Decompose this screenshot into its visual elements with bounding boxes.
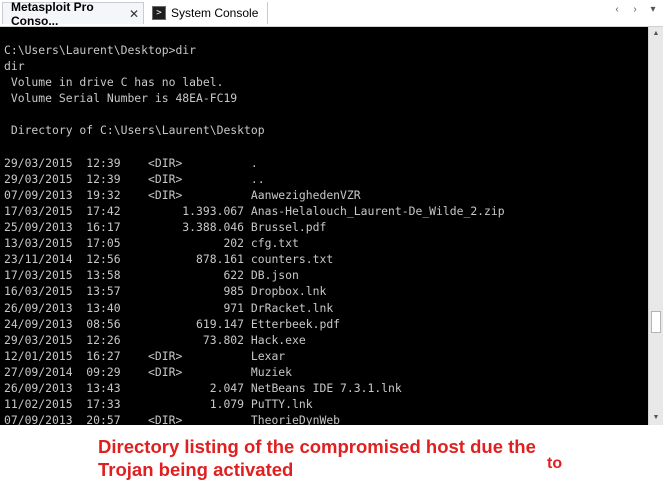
console-line: 29/03/2015 12:39 <DIR> .. <box>4 171 265 186</box>
console-line: 29/03/2015 12:39 <DIR> . <box>4 155 258 170</box>
scroll-thumb[interactable] <box>651 311 661 333</box>
console-line: 26/09/2013 13:43 2.047 NetBeans IDE 7.3.… <box>4 380 402 395</box>
console-line: 11/02/2015 17:33 1.079 PuTTY.lnk <box>4 397 313 412</box>
chevron-left-icon[interactable]: ‹ <box>611 4 623 15</box>
console-line: 17/03/2015 17:42 1.393.067 Anas-Helalouc… <box>4 203 505 218</box>
console-line: 26/09/2013 13:40 971 DrRacket.lnk <box>4 300 334 315</box>
console-output[interactable]: C:\Users\Laurent\Desktop>dir dir Volume i… <box>0 27 648 425</box>
console-line: 07/09/2013 19:32 <DIR> AanwezighedenVZR <box>4 187 361 202</box>
annotation-line-1: Directory listing of the compromised hos… <box>98 436 536 457</box>
console-line: 23/11/2014 12:56 878.161 counters.txt <box>4 252 334 267</box>
tab-label: Metasploit Pro Conso... <box>11 0 94 28</box>
tab-label: System Console <box>171 6 259 20</box>
tab-bar: Metasploit Pro Conso... ✕ > System Conso… <box>0 0 663 28</box>
console-line: 12/01/2015 16:27 <DIR> Lexar <box>4 348 286 363</box>
tab-system-console[interactable]: > System Console <box>148 2 268 24</box>
console-line: dir <box>4 59 25 74</box>
window-controls: ‹ › ▾ <box>611 4 659 15</box>
console-line: C:\Users\Laurent\Desktop>dir <box>4 43 197 57</box>
console-line: 25/09/2013 16:17 3.388.046 Brussel.pdf <box>4 220 327 235</box>
console-line: Volume Serial Number is 48EA-FC19 <box>4 91 238 106</box>
console-line: 13/03/2015 17:05 202 cfg.txt <box>4 236 299 251</box>
console-line: 16/03/2015 13:57 985 Dropbox.lnk <box>4 284 327 299</box>
annotation-line-2: Trojan being activated <box>98 459 294 480</box>
console-line: 07/09/2013 20:57 <DIR> TheorieDynWeb <box>4 413 341 425</box>
close-icon[interactable]: ✕ <box>129 7 139 21</box>
scroll-down-icon[interactable]: ▼ <box>649 411 663 425</box>
tab-metasploit-pro-console[interactable]: Metasploit Pro Conso... ✕ <box>2 0 144 28</box>
console-lines: C:\Users\Laurent\Desktop>dir dir Volume i… <box>4 42 505 425</box>
annotation-word: to <box>547 455 563 472</box>
chevron-down-icon[interactable]: ▾ <box>647 4 659 15</box>
console-scrollbar[interactable]: ▲ ▼ <box>648 27 663 425</box>
console-line: 24/09/2013 08:56 619.147 Etterbeek.pdf <box>4 316 341 331</box>
console-line: 29/03/2015 12:26 73.802 Hack.exe <box>4 332 306 347</box>
console-line: 27/09/2014 09:29 <DIR> Muziek <box>4 364 293 379</box>
annotation-caption: Directory listing of the compromised hos… <box>98 435 536 481</box>
console-line: Directory of C:\Users\Laurent\Desktop <box>4 123 265 138</box>
console-icon: > <box>152 6 166 20</box>
chevron-right-icon[interactable]: › <box>629 4 641 15</box>
scroll-up-icon[interactable]: ▲ <box>649 27 663 41</box>
console-line: Volume in drive C has no label. <box>4 75 224 90</box>
console-line: 17/03/2015 13:58 622 DB.json <box>4 268 299 283</box>
